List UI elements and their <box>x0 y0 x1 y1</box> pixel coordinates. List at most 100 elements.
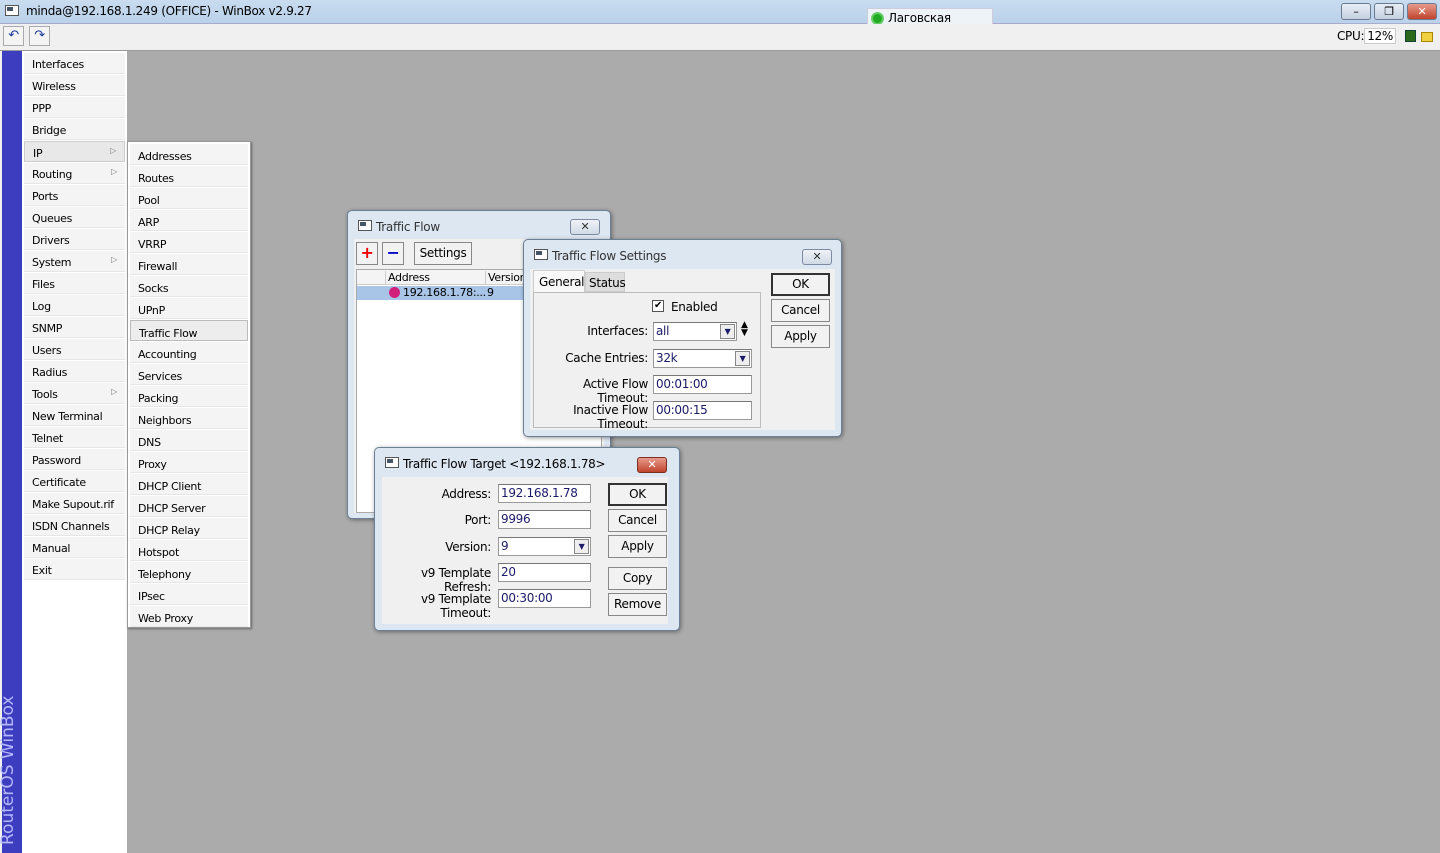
submenu-item-dhcp-server[interactable]: DHCP Server <box>130 496 248 517</box>
menu-item-telnet[interactable]: Telnet <box>24 427 125 448</box>
interfaces-select[interactable]: all ▼ <box>653 322 737 341</box>
menu-item-password[interactable]: Password <box>24 449 125 470</box>
v9-template-refresh-input[interactable]: 20 <box>498 563 591 582</box>
menu-item-queues[interactable]: Queues <box>24 207 125 228</box>
menu-item-wireless[interactable]: Wireless <box>24 75 125 96</box>
menu-item-label: IP <box>33 147 43 160</box>
v9-template-refresh-label: v9 Template Refresh: <box>420 566 491 594</box>
submenu-item-services[interactable]: Services <box>130 364 248 385</box>
submenu-item-ipsec[interactable]: IPsec <box>130 584 248 605</box>
menu-item-users[interactable]: Users <box>24 339 125 360</box>
menu-item-ppp[interactable]: PPP <box>24 97 125 118</box>
submenu-item-socks[interactable]: Socks <box>130 276 248 297</box>
menu-item-label: System <box>32 256 72 269</box>
submenu-item-neighbors[interactable]: Neighbors <box>130 408 248 429</box>
menu-item-bridge[interactable]: Bridge <box>24 119 125 140</box>
menu-item-label: New Terminal <box>32 410 103 423</box>
menu-item-label: Wireless <box>32 80 76 93</box>
submenu-item-packing[interactable]: Packing <box>130 386 248 407</box>
submenu-item-dhcp-client[interactable]: DHCP Client <box>130 474 248 495</box>
menu-item-label: Drivers <box>32 234 70 247</box>
workspace <box>127 51 1440 853</box>
chevron-down-icon[interactable]: ▼ <box>720 324 735 339</box>
close-button[interactable]: ✕ <box>1407 3 1437 20</box>
menu-item-label: Make Supout.rif <box>32 498 114 511</box>
chevron-down-icon[interactable]: ▼ <box>735 351 750 366</box>
submenu-item-hotspot[interactable]: Hotspot <box>130 540 248 561</box>
submenu-item-dns[interactable]: DNS <box>130 430 248 451</box>
chevron-down-icon[interactable]: ▼ <box>574 539 589 554</box>
cancel-button[interactable]: Cancel <box>771 299 830 322</box>
menu-item-ip[interactable]: IP ▷ <box>24 141 125 162</box>
submenu-item-arp[interactable]: ARP <box>130 210 248 231</box>
menu-item-label: Queues <box>32 212 73 225</box>
submenu-item-telephony[interactable]: Telephony <box>130 562 248 583</box>
ok-button[interactable]: OK <box>771 273 830 296</box>
undo-button[interactable]: ↶ <box>3 26 24 46</box>
menu-item-label: ISDN Channels <box>32 520 110 533</box>
submenu-item-firewall[interactable]: Firewall <box>130 254 248 275</box>
menu-item-radius[interactable]: Radius <box>24 361 125 382</box>
menu-item-certificate[interactable]: Certificate <box>24 471 125 492</box>
submenu-item-vrrp[interactable]: VRRP <box>130 232 248 253</box>
submenu-item-traffic-flow[interactable]: Traffic Flow <box>130 320 248 341</box>
sort-arrows-icon[interactable]: ▲ ▼ <box>741 321 748 338</box>
close-button[interactable]: ✕ <box>802 249 832 265</box>
menu-item-manual[interactable]: Manual <box>24 537 125 558</box>
inactive-flow-timeout-label: Inactive Flow Timeout: <box>573 403 648 431</box>
menu-item-make-supout-rif[interactable]: Make Supout.rif <box>24 493 125 514</box>
traffic-flow-settings-window: Traffic Flow Settings ✕ General Status ✔… <box>523 239 842 437</box>
menu-item-routing[interactable]: Routing ▷ <box>24 163 125 184</box>
menu-item-new-terminal[interactable]: New Terminal <box>24 405 125 426</box>
menu-item-ports[interactable]: Ports <box>24 185 125 206</box>
cache-entries-select[interactable]: 32k ▼ <box>653 349 752 368</box>
submenu-item-upnp[interactable]: UPnP <box>130 298 248 319</box>
apply-button[interactable]: Apply <box>771 325 830 348</box>
submenu-item-proxy[interactable]: Proxy <box>130 452 248 473</box>
submenu-item-web-proxy[interactable]: Web Proxy <box>130 606 248 627</box>
menu-item-interfaces[interactable]: Interfaces <box>24 53 125 74</box>
apply-button[interactable]: Apply <box>608 535 667 558</box>
add-button[interactable]: + <box>356 242 378 265</box>
active-flow-timeout-input[interactable]: 00:01:00 <box>653 375 752 394</box>
redo-button[interactable]: ↷ <box>29 26 50 46</box>
tab-status[interactable]: Status <box>585 272 626 292</box>
remove-button[interactable]: − <box>382 242 404 265</box>
restore-button[interactable]: ❐ <box>1374 3 1404 20</box>
submenu-item-accounting[interactable]: Accounting <box>130 342 248 363</box>
menu-item-drivers[interactable]: Drivers <box>24 229 125 250</box>
column-header-version[interactable]: Version <box>485 271 527 284</box>
menu-item-log[interactable]: Log <box>24 295 125 316</box>
menu-item-snmp[interactable]: SNMP <box>24 317 125 338</box>
cancel-button[interactable]: Cancel <box>608 509 667 532</box>
menu-item-exit[interactable]: Exit <box>24 559 125 580</box>
submenu-item-dhcp-relay[interactable]: DHCP Relay <box>130 518 248 539</box>
inactive-flow-timeout-input[interactable]: 00:00:15 <box>653 401 752 420</box>
menu-item-files[interactable]: Files <box>24 273 125 294</box>
enabled-label: Enabled <box>671 300 718 314</box>
tab-general[interactable]: General <box>533 270 585 292</box>
port-input[interactable]: 9996 <box>498 510 591 529</box>
brand-strip: RouterOS WinBox <box>0 51 22 853</box>
enabled-checkbox[interactable]: ✔ <box>652 300 664 312</box>
settings-button[interactable]: Settings <box>414 242 472 265</box>
menu-item-tools[interactable]: Tools ▷ <box>24 383 125 404</box>
window-title: Traffic Flow Target <192.168.1.78> <box>403 457 606 471</box>
cpu-bar-icon <box>1405 30 1416 42</box>
v9-template-timeout-input[interactable]: 00:30:00 <box>498 589 591 608</box>
version-select[interactable]: 9 ▼ <box>498 537 591 556</box>
column-header-address[interactable]: Address <box>385 271 485 284</box>
menu-item-system[interactable]: System ▷ <box>24 251 125 272</box>
window-icon <box>534 249 548 260</box>
minimize-button[interactable]: – <box>1341 3 1371 20</box>
submenu-item-routes[interactable]: Routes <box>130 166 248 187</box>
close-button[interactable]: ✕ <box>637 457 667 473</box>
submenu-item-pool[interactable]: Pool <box>130 188 248 209</box>
remove-button[interactable]: Remove <box>608 593 667 616</box>
ok-button[interactable]: OK <box>608 483 667 506</box>
close-button[interactable]: ✕ <box>570 219 600 235</box>
menu-item-isdn-channels[interactable]: ISDN Channels <box>24 515 125 536</box>
submenu-item-addresses[interactable]: Addresses <box>130 144 248 165</box>
copy-button[interactable]: Copy <box>608 567 667 590</box>
address-input[interactable]: 192.168.1.78 <box>498 484 591 503</box>
